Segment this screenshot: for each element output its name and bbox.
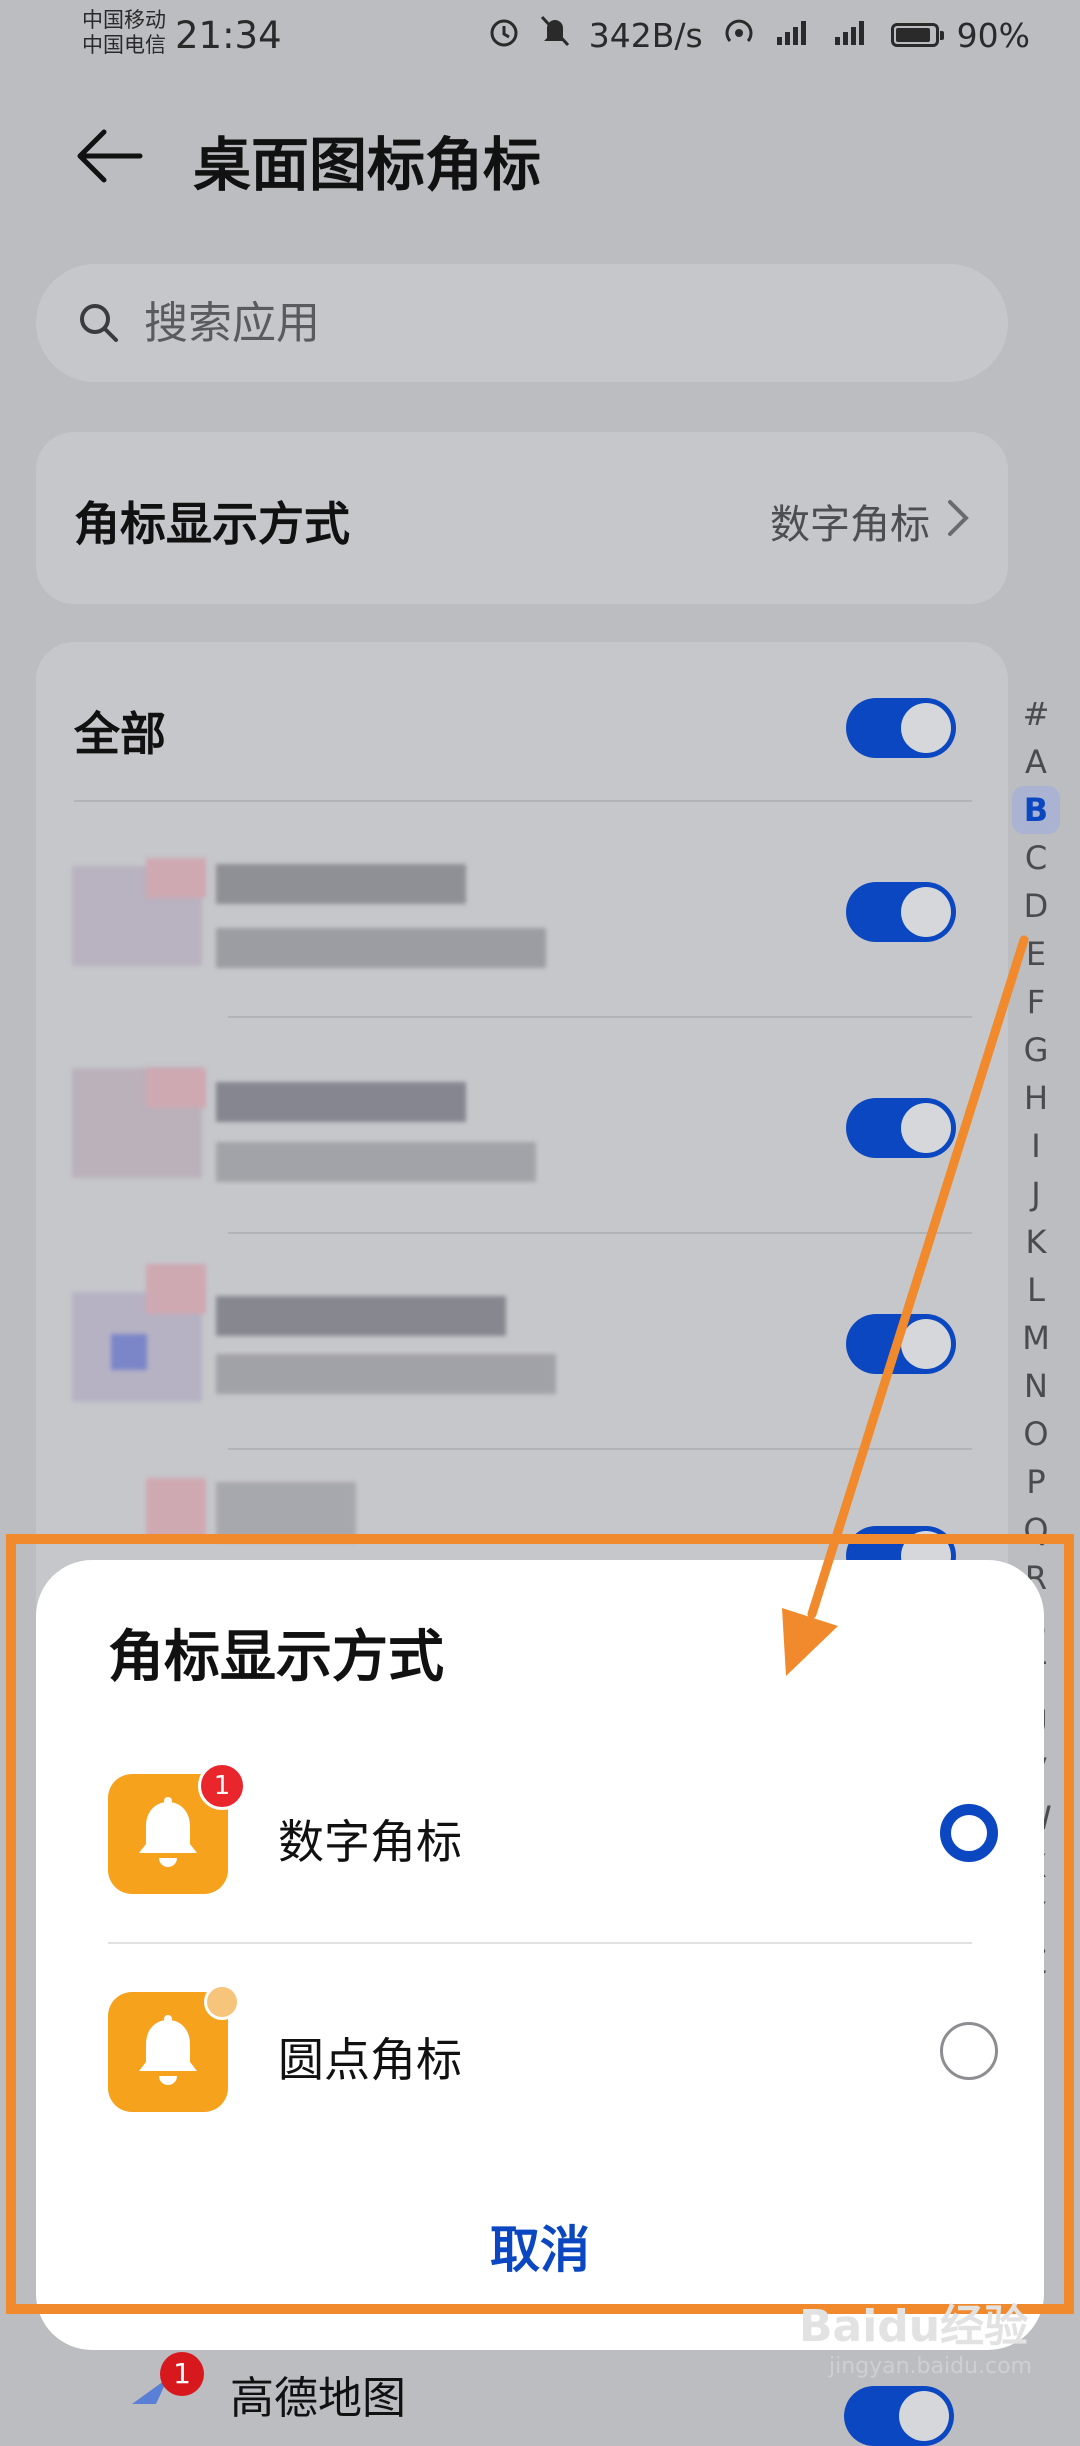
hotspot-icon (721, 15, 757, 55)
redacted-subtitle (216, 1142, 536, 1182)
all-apps-label: 全部 (74, 707, 166, 761)
redacted-name (216, 1082, 466, 1122)
badge-style-row[interactable]: 角标显示方式 数字角标 (36, 432, 1008, 604)
redacted-block (146, 1068, 206, 1108)
index-letter-j[interactable]: J (1004, 1170, 1068, 1218)
battery-percent: 90% (956, 15, 1030, 55)
index-letter-b[interactable]: B (1012, 786, 1060, 834)
badge-style-value: 数字角标 (770, 502, 930, 548)
index-letter-m[interactable]: M (1004, 1314, 1068, 1362)
index-letter-e[interactable]: E (1004, 930, 1068, 978)
status-time: 21:34 (175, 14, 282, 57)
alarm-icon (487, 14, 521, 56)
redacted-block (146, 1478, 206, 1538)
redacted-subtitle (216, 1354, 556, 1394)
search-bar[interactable] (36, 264, 1008, 382)
search-icon (80, 304, 118, 342)
divider (228, 1016, 972, 1018)
index-letter-h[interactable]: H (1004, 1074, 1068, 1122)
index-letter-p[interactable]: P (1004, 1458, 1068, 1506)
redacted-block (146, 1264, 206, 1314)
redacted-subtitle (216, 928, 546, 968)
status-icons: 342B/s 90% (487, 14, 1030, 56)
redacted-block (146, 858, 206, 898)
redacted-name (216, 864, 466, 904)
divider (74, 800, 972, 802)
index-letter-n[interactable]: N (1004, 1362, 1068, 1410)
badge-style-label: 角标显示方式 (74, 497, 350, 551)
index-letter-d[interactable]: D (1004, 882, 1068, 930)
redacted-block (111, 1334, 147, 1370)
index-letter-k[interactable]: K (1004, 1218, 1068, 1266)
app-badge-toggle[interactable] (846, 882, 956, 942)
mute-icon (539, 14, 571, 56)
amap-badge: 1 (160, 2352, 204, 2396)
watermark-url: jingyan.baidu.com (828, 2354, 1032, 2379)
index-letter-a[interactable]: A (1004, 738, 1068, 786)
watermark: Baidu经验 jingyan.baidu.com (799, 2290, 1032, 2379)
redacted-name (216, 1482, 356, 1542)
divider (228, 1232, 972, 1234)
back-arrow-icon (77, 129, 143, 183)
carrier-info: 中国移动 中国电信 (82, 8, 166, 58)
signal-icon-2 (833, 16, 873, 55)
annotation-highlight-frame (6, 1534, 1074, 2314)
all-apps-toggle[interactable] (846, 698, 956, 758)
amap-label: 高德地图 (230, 2373, 406, 2424)
carrier-2: 中国电信 (82, 33, 166, 57)
amap-toggle[interactable] (844, 2386, 954, 2446)
carrier-1: 中国移动 (82, 8, 166, 32)
index-letter-hash[interactable]: # (1004, 690, 1068, 738)
index-letter-c[interactable]: C (1004, 834, 1068, 882)
index-letter-i[interactable]: I (1004, 1122, 1068, 1170)
index-letter-l[interactable]: L (1004, 1266, 1068, 1314)
index-letter-f[interactable]: F (1004, 978, 1068, 1026)
signal-icon (775, 16, 815, 55)
net-speed: 342B/s (588, 15, 703, 55)
battery-icon (890, 23, 944, 47)
watermark-brand: Baidu经验 (798, 2301, 1029, 2352)
chevron-right-icon (948, 500, 969, 536)
index-letter-o[interactable]: O (1004, 1410, 1068, 1458)
search-input[interactable] (142, 296, 926, 350)
app-badge-toggle[interactable] (846, 1314, 956, 1374)
page-title: 桌面图标角标 (193, 131, 542, 199)
divider (228, 1448, 972, 1450)
index-letter-g[interactable]: G (1004, 1026, 1068, 1074)
back-button[interactable] (74, 126, 144, 186)
redacted-name (216, 1296, 506, 1336)
app-badge-toggle[interactable] (846, 1098, 956, 1158)
app-list: 全部 (36, 642, 1008, 1642)
